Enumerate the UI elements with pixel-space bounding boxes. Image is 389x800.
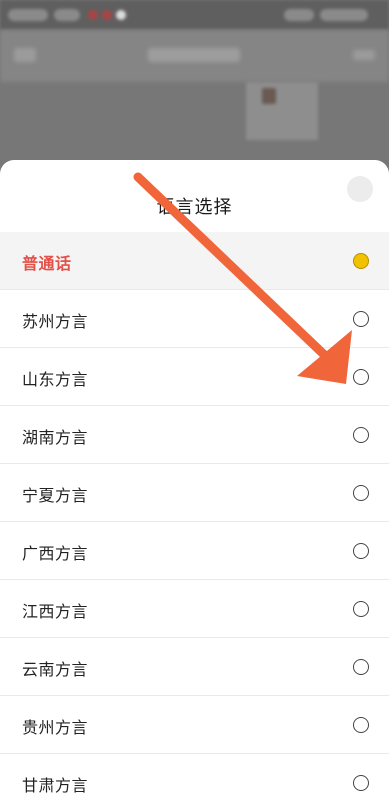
close-icon[interactable] — [347, 176, 373, 202]
background-header — [0, 30, 389, 82]
language-option[interactable]: 苏州方言 — [0, 290, 389, 348]
status-icons-blur — [54, 9, 80, 21]
language-option-label: 山东方言 — [22, 370, 89, 389]
language-option[interactable]: 山东方言 — [0, 348, 389, 406]
language-option-label: 普通话 — [22, 254, 72, 273]
background-card — [246, 82, 318, 140]
radio-icon[interactable] — [353, 311, 369, 327]
status-bar — [0, 0, 389, 30]
radio-icon[interactable] — [353, 659, 369, 675]
radio-icon[interactable] — [353, 369, 369, 385]
language-option[interactable]: 江西方言 — [0, 580, 389, 638]
language-option-label: 苏州方言 — [22, 312, 89, 331]
status-signal-blur — [284, 9, 314, 21]
more-icon — [353, 50, 375, 60]
screen: 语言选择 普通话 苏州方言 山东方言 湖南方言 宁夏方言 广西方言 江西方言 云… — [0, 0, 389, 800]
language-option-label: 贵州方言 — [22, 718, 89, 737]
background-title — [148, 48, 240, 62]
language-option[interactable]: 广西方言 — [0, 522, 389, 580]
language-option[interactable]: 湖南方言 — [0, 406, 389, 464]
language-option-label: 湖南方言 — [22, 428, 89, 447]
language-option[interactable]: 贵州方言 — [0, 696, 389, 754]
language-option[interactable]: 甘肃方言 — [0, 754, 389, 800]
language-select-sheet: 语言选择 普通话 苏州方言 山东方言 湖南方言 宁夏方言 广西方言 江西方言 云… — [0, 160, 389, 800]
language-option[interactable]: 宁夏方言 — [0, 464, 389, 522]
language-option-label: 江西方言 — [22, 602, 89, 621]
sheet-header: 语言选择 — [0, 160, 389, 232]
language-option[interactable]: 云南方言 — [0, 638, 389, 696]
status-battery-blur — [320, 9, 368, 21]
language-option-list: 普通话 苏州方言 山东方言 湖南方言 宁夏方言 广西方言 江西方言 云南方言 贵… — [0, 232, 389, 800]
language-option[interactable]: 普通话 — [0, 232, 389, 290]
radio-icon[interactable] — [353, 601, 369, 617]
radio-icon[interactable] — [353, 427, 369, 443]
radio-icon[interactable] — [353, 543, 369, 559]
radio-icon[interactable] — [353, 485, 369, 501]
radio-icon[interactable] — [353, 253, 369, 269]
sheet-title: 语言选择 — [156, 197, 233, 218]
status-dot — [88, 10, 98, 20]
radio-icon[interactable] — [353, 717, 369, 733]
language-option-label: 云南方言 — [22, 660, 89, 679]
back-icon — [14, 48, 36, 62]
status-time-blur — [8, 9, 48, 21]
status-dot — [102, 10, 112, 20]
language-option-label: 甘肃方言 — [22, 776, 89, 795]
status-dot — [116, 10, 126, 20]
language-option-label: 广西方言 — [22, 544, 89, 563]
background-thumbnail — [262, 88, 276, 104]
language-option-label: 宁夏方言 — [22, 486, 89, 505]
radio-icon[interactable] — [353, 775, 369, 791]
